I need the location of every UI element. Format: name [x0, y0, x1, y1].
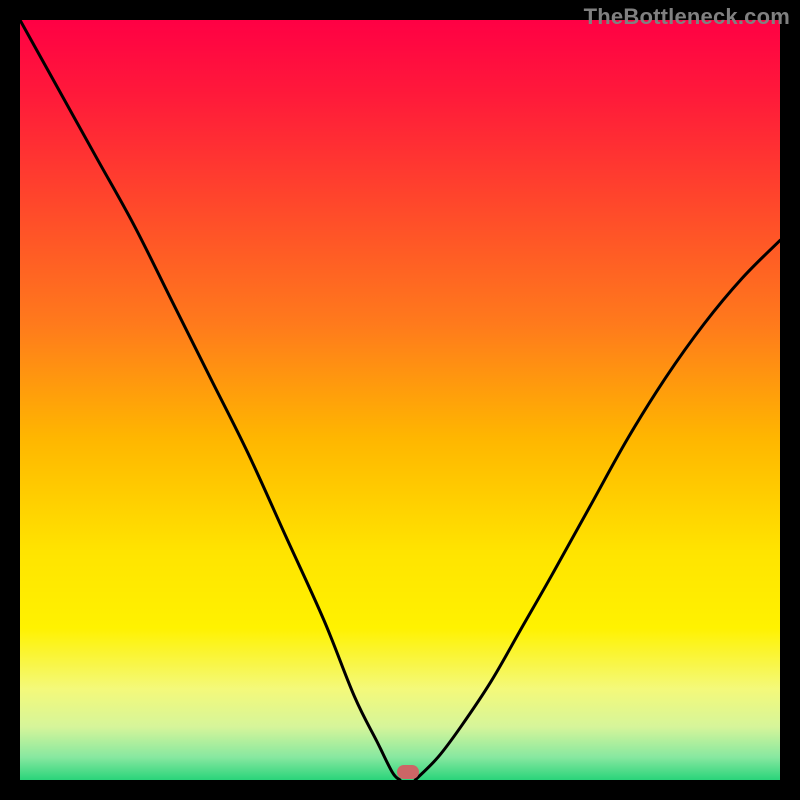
chart-svg	[20, 20, 780, 780]
gradient-background	[20, 20, 780, 780]
chart-frame: TheBottleneck.com	[0, 0, 800, 800]
optimal-marker	[397, 765, 419, 779]
plot-area	[20, 20, 780, 780]
watermark-text: TheBottleneck.com	[584, 4, 790, 30]
